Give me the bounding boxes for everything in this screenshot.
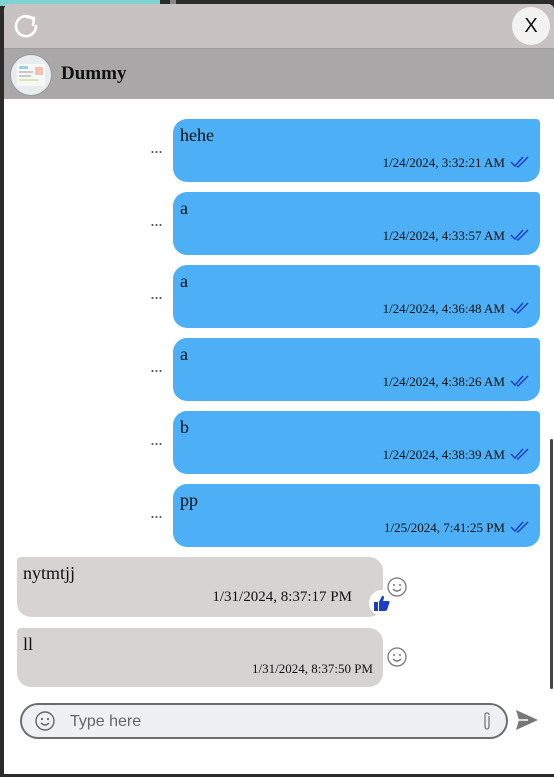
close-button[interactable]: X [512,7,550,45]
emoji-picker-icon[interactable] [34,710,56,732]
received-message[interactable]: nytmtjj 1/31/2024, 8:37:17 PM [17,557,395,617]
double-check-icon [510,156,529,169]
message-text: a [180,198,188,218]
attach-paperclip-icon[interactable] [480,711,494,731]
message-input[interactable] [68,708,462,736]
scrollbar[interactable] [550,439,553,689]
add-reaction-smiley-icon[interactable] [386,576,408,598]
message-text: pp [180,490,198,510]
message-timestamp: 1/24/2024, 4:38:26 AM [382,374,505,389]
message-timestamp: 1/24/2024, 4:38:39 AM [382,447,505,462]
message-text: a [180,344,188,364]
message-options-button[interactable]: ... [150,210,163,231]
sent-message[interactable]: a 1/24/2024, 4:38:26 AM [173,338,540,401]
message-composer [20,703,508,739]
message-text: ll [23,634,34,654]
message-text: a [180,271,188,291]
chat-window: X Dummy ... hehe 1/24/2024, 3:32:21 AM .… [4,4,554,774]
message-timestamp: 1/31/2024, 8:37:17 PM [212,589,352,605]
message-text: hehe [180,125,214,145]
double-check-icon [510,302,529,315]
message-text: b [180,417,189,437]
double-check-icon [510,521,529,534]
double-check-icon [510,229,529,242]
refresh-icon[interactable] [12,12,40,40]
chat-header: Dummy [4,49,554,99]
sent-message[interactable]: b 1/24/2024, 4:38:39 AM [173,411,540,474]
sent-message[interactable]: hehe 1/24/2024, 3:32:21 AM [173,119,540,182]
message-options-button[interactable]: ... [150,356,163,377]
message-timestamp: 1/24/2024, 4:36:48 AM [382,301,505,316]
message-timestamp: 1/25/2024, 7:41:25 PM [384,520,505,535]
top-bar: X [4,4,554,49]
sent-message[interactable]: pp 1/25/2024, 7:41:25 PM [173,484,540,547]
received-message[interactable]: ll 1/31/2024, 8:37:50 PM [17,628,383,687]
double-check-icon [510,375,529,388]
sent-message[interactable]: a 1/24/2024, 4:33:57 AM [173,192,540,255]
message-timestamp: 1/31/2024, 8:37:50 PM [252,661,373,676]
add-reaction-smiley-icon[interactable] [386,646,408,668]
sent-message[interactable]: a 1/24/2024, 4:36:48 AM [173,265,540,328]
send-icon[interactable] [514,707,540,733]
message-list[interactable]: ... hehe 1/24/2024, 3:32:21 AM ... a 1/2… [4,99,554,694]
message-text: nytmtjj [23,563,76,583]
message-options-button[interactable]: ... [150,429,163,450]
avatar[interactable] [10,54,52,96]
message-timestamp: 1/24/2024, 4:33:57 AM [382,228,505,243]
message-options-button[interactable]: ... [150,502,163,523]
message-options-button[interactable]: ... [150,137,163,158]
message-options-button[interactable]: ... [150,283,163,304]
contact-name: Dummy [61,63,127,84]
message-timestamp: 1/24/2024, 3:32:21 AM [382,155,505,170]
double-check-icon [510,448,529,461]
